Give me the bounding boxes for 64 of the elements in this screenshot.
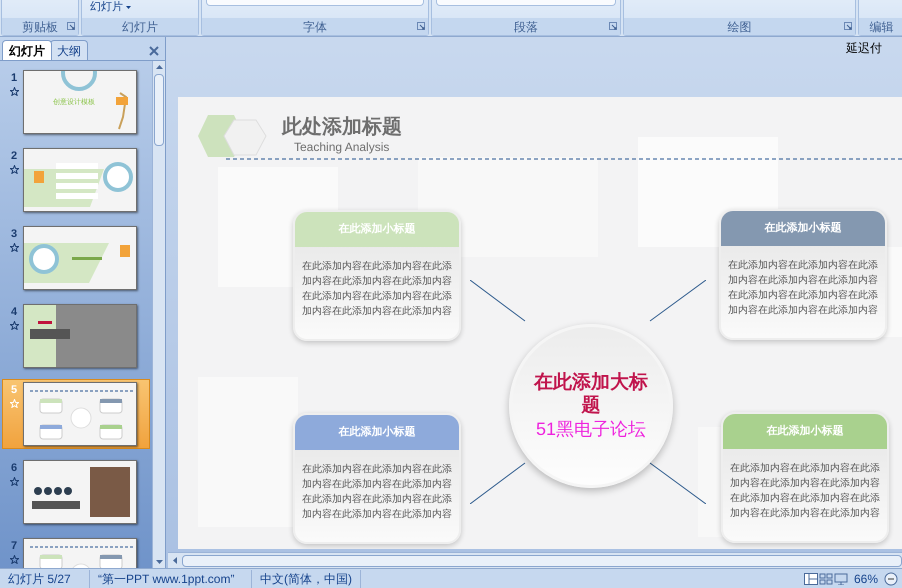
pane-tab[interactable]: 大纲 — [50, 40, 88, 60]
slide-number: 1 — [10, 71, 18, 86]
card-heading: 在此添加小标题 — [723, 414, 887, 449]
center-subtitle: 51黑电子论坛 — [536, 418, 646, 441]
slide-thumbnail[interactable] — [23, 460, 137, 524]
close-icon[interactable] — [149, 46, 159, 56]
slide-thumbnail[interactable] — [23, 148, 137, 212]
vertical-scrollbar[interactable] — [152, 61, 165, 568]
slide-thumbnail[interactable] — [23, 70, 137, 134]
star-icon — [10, 86, 18, 96]
card-body: 在此添加内容在此添加内容在此添加内容在此添加内容在此添加内容在此添加内容在此添加内容在此添加内容在此添加内容在此添加内容 — [301, 260, 453, 319]
group-label: 段落 — [514, 18, 538, 36]
dialog-launcher-icon[interactable] — [67, 22, 75, 30]
slide-thumbnail[interactable] — [23, 304, 137, 368]
star-icon — [10, 398, 18, 408]
card-heading: 在此添加小标题 — [295, 415, 459, 450]
left-arrow-icon — [173, 557, 177, 564]
card-heading: 在此添加小标题 — [295, 212, 459, 247]
card-body: 在此添加内容在此添加内容在此添加内容在此添加内容在此添加内容在此添加内容在此添加内容在此添加内容在此添加内容在此添加内容 — [301, 462, 453, 522]
note-text: 延迟付 — [846, 40, 882, 57]
slide-number: 7 — [10, 539, 18, 554]
zoom-out-icon[interactable] — [884, 572, 898, 586]
grid-view-icon[interactable] — [818, 572, 833, 584]
up-arrow-icon — [156, 65, 162, 69]
slideshow-view-icon[interactable] — [834, 572, 848, 584]
scrollbar-thumb[interactable] — [154, 74, 164, 146]
slide-thumbnail[interactable] — [23, 226, 137, 290]
slide-number: 3 — [10, 227, 18, 242]
slide-number: 2 — [10, 149, 18, 164]
group-label: 幻灯片 — [122, 18, 158, 36]
slide-thumbnail[interactable] — [23, 382, 137, 446]
star-icon — [10, 242, 18, 252]
group-label: 字体 — [303, 18, 327, 36]
group-label: 绘图 — [728, 18, 752, 36]
normal-view-icon[interactable] — [804, 572, 818, 584]
slide-counter: 幻灯片 5/27 — [0, 570, 90, 588]
horizontal-scrollbar[interactable] — [168, 552, 902, 568]
dialog-launcher-icon[interactable] — [609, 22, 617, 30]
slide-number: 4 — [10, 305, 18, 320]
slide-dropdown-button[interactable]: 幻灯片 — [86, 0, 135, 14]
group-label: 编辑 — [870, 18, 894, 36]
star-icon — [10, 476, 18, 486]
dialog-launcher-icon[interactable] — [844, 22, 852, 30]
star-icon — [10, 164, 18, 174]
card-body: 在此添加内容在此添加内容在此添加内容在此添加内容在此添加内容在此添加内容在此添加内容在此添加内容在此添加内容在此添加内容 — [727, 258, 879, 318]
slide-title: 此处添加标题 — [282, 115, 402, 139]
center-title: 在此添加大标题 — [532, 371, 649, 417]
dialog-launcher-icon[interactable] — [417, 22, 425, 30]
star-icon — [10, 320, 18, 330]
slide-number: 6 — [10, 461, 18, 476]
down-arrow-icon — [156, 560, 162, 564]
language-indicator: 中文(简体，中国) — [252, 570, 361, 588]
card-heading: 在此添加小标题 — [721, 211, 885, 246]
zoom-level: 66% — [854, 570, 878, 588]
slide-subtitle: Teaching Analysis — [294, 140, 390, 154]
card-body: 在此添加内容在此添加内容在此添加内容在此添加内容在此添加内容在此添加内容在此添加内容在此添加内容在此添加内容在此添加内容 — [729, 462, 881, 521]
theme-name: “第一PPT www.1ppt.com” — [90, 570, 252, 588]
star-icon — [10, 554, 18, 564]
slide-number: 5 — [10, 383, 18, 398]
ribbon-field[interactable] — [206, 0, 424, 6]
pane-tab[interactable]: 幻灯片 — [2, 40, 52, 60]
group-label: 剪贴板 — [22, 18, 58, 36]
ribbon-field[interactable] — [436, 0, 616, 6]
caret-icon — [126, 6, 131, 8]
